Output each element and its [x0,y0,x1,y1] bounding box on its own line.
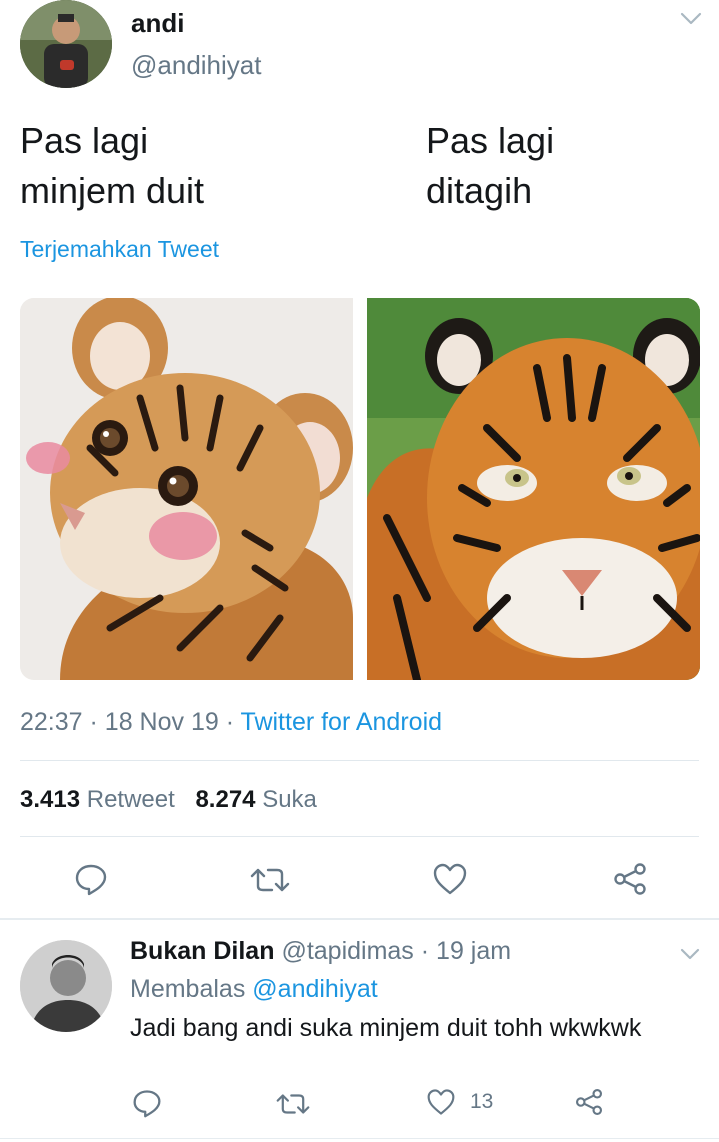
tweet-stats: 3.413 Retweet 8.274 Suka [20,786,317,814]
reply-like-action[interactable]: 13 [426,1088,493,1116]
reply-header: Bukan Dilan @tapidimas · 19 jam [130,937,511,966]
speech-bubble-icon[interactable] [74,862,108,896]
reply-time: 19 jam [436,937,512,965]
retweet-count: 3.413 [20,786,81,813]
share-icon[interactable] [574,1088,604,1116]
tweet-meta: 22:37 · 18 Nov 19 · Twitter for Android [20,708,442,737]
divider [20,836,699,837]
retweet-label: Retweet [86,786,175,813]
like-count: 8.274 [195,786,256,813]
tiger-cub-image[interactable] [20,298,353,680]
author-name[interactable]: andi [131,8,184,39]
tweet-text-left-line2: minjem duit [20,170,205,211]
chevron-down-icon[interactable] [680,12,702,26]
chevron-down-icon[interactable] [680,948,700,961]
tweet-text-right-line2: ditagih [426,170,533,211]
tweet-text-right-line1: Pas lagi [426,120,555,161]
meta-separator: · [225,708,235,736]
translate-tweet-link[interactable]: Terjemahkan Tweet [20,236,219,263]
meta-separator: · [420,937,430,965]
retweet-stat[interactable]: 3.413 Retweet [20,786,181,813]
heart-icon[interactable] [432,862,468,896]
heart-icon [426,1088,456,1116]
reply-author-name[interactable]: Bukan Dilan [130,937,274,965]
replying-to-handle[interactable]: @andihiyat [252,975,377,1003]
tweet-text-left-line1: Pas lagi [20,120,149,161]
reply-author-handle[interactable]: @tapidimas [281,937,413,965]
like-stat[interactable]: 8.274 Suka [195,786,316,813]
meta-separator: · [89,708,98,736]
retweet-icon[interactable] [276,1090,310,1118]
divider [20,760,699,761]
retweet-icon[interactable] [250,864,290,896]
reply-like-count: 13 [470,1090,494,1113]
speech-bubble-icon[interactable] [132,1088,162,1118]
tweet-client-link[interactable]: Twitter for Android [241,708,442,736]
tweet-text-right: Pas lagi ditagih [426,116,554,216]
replying-label: Membalas [130,975,246,1003]
bottom-divider [0,1138,719,1139]
reply-author-avatar[interactable] [20,940,112,1032]
author-avatar[interactable] [20,0,112,88]
like-label: Suka [262,786,317,813]
section-divider [0,918,719,920]
share-icon[interactable] [612,862,648,896]
adult-tiger-image[interactable] [367,298,700,680]
reply-text: Jadi bang andi suka minjem duit tohh wkw… [130,1014,642,1042]
replying-to: Membalas @andihiyat [130,975,378,1004]
author-handle[interactable]: @andihiyat [131,50,261,81]
tweet-text-left: Pas lagi minjem duit [20,116,204,216]
tweet-date: 18 Nov 19 [104,708,219,736]
tweet-time: 22:37 [20,708,83,736]
